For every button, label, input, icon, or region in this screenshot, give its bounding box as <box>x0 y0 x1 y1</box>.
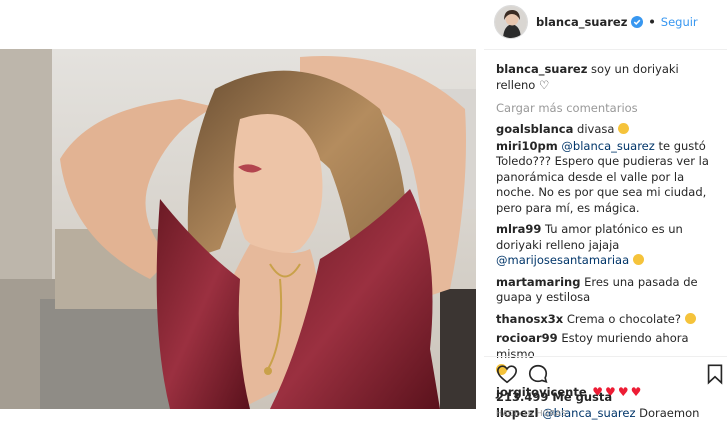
post-photo-image <box>0 49 476 409</box>
post-header: blanca_suarez • Seguir <box>494 2 698 42</box>
comment-text: Crema o chocolate? <box>563 311 681 326</box>
verified-badge-icon <box>631 16 644 28</box>
comment-text: Doraemon <box>635 406 700 420</box>
grinning-face-emoji-icon <box>618 123 630 134</box>
likes-count[interactable]: 213.499 Me gusta <box>496 390 612 404</box>
comment-mention[interactable]: @blanca_suarez <box>561 139 654 153</box>
comment-item: miri10pm @blanca_suarez te gustó Toledo?… <box>496 139 716 217</box>
avatar[interactable] <box>494 5 528 39</box>
header-username[interactable]: blanca_suarez <box>536 15 627 29</box>
comment-bubble-icon[interactable] <box>527 363 549 385</box>
comment-username[interactable]: miri10pm <box>496 139 558 153</box>
follow-button[interactable]: Seguir <box>661 15 698 29</box>
comment-item: mlra99 Tu amor platónico es un doriyaki … <box>496 222 716 269</box>
comment-text: divasa <box>573 122 615 136</box>
avatar-image <box>495 6 527 38</box>
heart-outline-icon[interactable] <box>496 363 518 385</box>
comment-username[interactable]: thanosx3x <box>496 312 563 326</box>
comment-username[interactable]: goalsblanca <box>496 122 573 136</box>
separator-dot: • <box>648 15 656 29</box>
comment-mention[interactable]: @marijosesantamariaa <box>496 253 629 267</box>
post-timestamp: HACE 16 HORAS <box>496 409 567 418</box>
caption: blanca_suarez soy un doriyaki relleno ♡ <box>496 62 716 93</box>
action-bar <box>494 360 727 388</box>
yum-face-emoji-icon <box>684 312 696 324</box>
caption-username[interactable]: blanca_suarez <box>496 62 587 76</box>
tears-of-joy-emoji-icon <box>632 254 644 265</box>
comment-username[interactable]: rocioar99 <box>496 331 558 345</box>
comment-username[interactable]: mlra99 <box>496 222 541 236</box>
comment-item: thanosx3x Crema o chocolate? <box>496 312 716 328</box>
header-divider <box>484 49 727 50</box>
post-photo[interactable] <box>0 49 476 409</box>
comment-item: goalsblanca divasa <box>496 122 716 138</box>
comment-username[interactable]: martamaring <box>496 275 580 289</box>
caption-heart-outline: ♡ <box>539 77 550 92</box>
actions-divider <box>484 356 727 357</box>
bookmark-icon[interactable] <box>704 363 726 385</box>
comment-item: martamaring Eres una pasada de guapa y e… <box>496 275 716 306</box>
load-more-comments[interactable]: Cargar más comentarios <box>496 101 716 116</box>
